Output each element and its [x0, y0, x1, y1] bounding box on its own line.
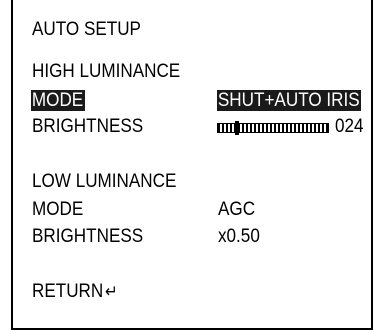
- high-brightness-value: 024: [335, 116, 364, 137]
- slider-track: [217, 123, 329, 133]
- high-mode-label[interactable]: MODE: [31, 90, 85, 111]
- low-mode-label[interactable]: MODE: [32, 198, 83, 222]
- high-brightness-slider[interactable]: [217, 121, 329, 135]
- high-mode-value-wrap[interactable]: SHUT+AUTO IRIS: [217, 89, 362, 113]
- menu-title: AUTO SETUP: [32, 19, 141, 40]
- low-mode-value[interactable]: AGC: [218, 198, 255, 222]
- return-label: RETURN: [32, 281, 104, 302]
- high-mode-value[interactable]: SHUT+AUTO IRIS: [217, 90, 362, 111]
- return-arrow-icon: ↵: [105, 282, 118, 301]
- slider-thumb[interactable]: [235, 121, 240, 135]
- low-brightness-value[interactable]: x0.50: [218, 225, 260, 249]
- low-luminance-heading: LOW LUMINANCE: [32, 171, 177, 192]
- high-luminance-heading: HIGH LUMINANCE: [32, 61, 181, 82]
- return-button[interactable]: RETURN ↵: [32, 280, 118, 304]
- low-brightness-label[interactable]: BRIGHTNESS: [32, 225, 143, 249]
- high-mode-row[interactable]: MODE: [31, 89, 85, 113]
- high-brightness-label[interactable]: BRIGHTNESS: [32, 115, 143, 139]
